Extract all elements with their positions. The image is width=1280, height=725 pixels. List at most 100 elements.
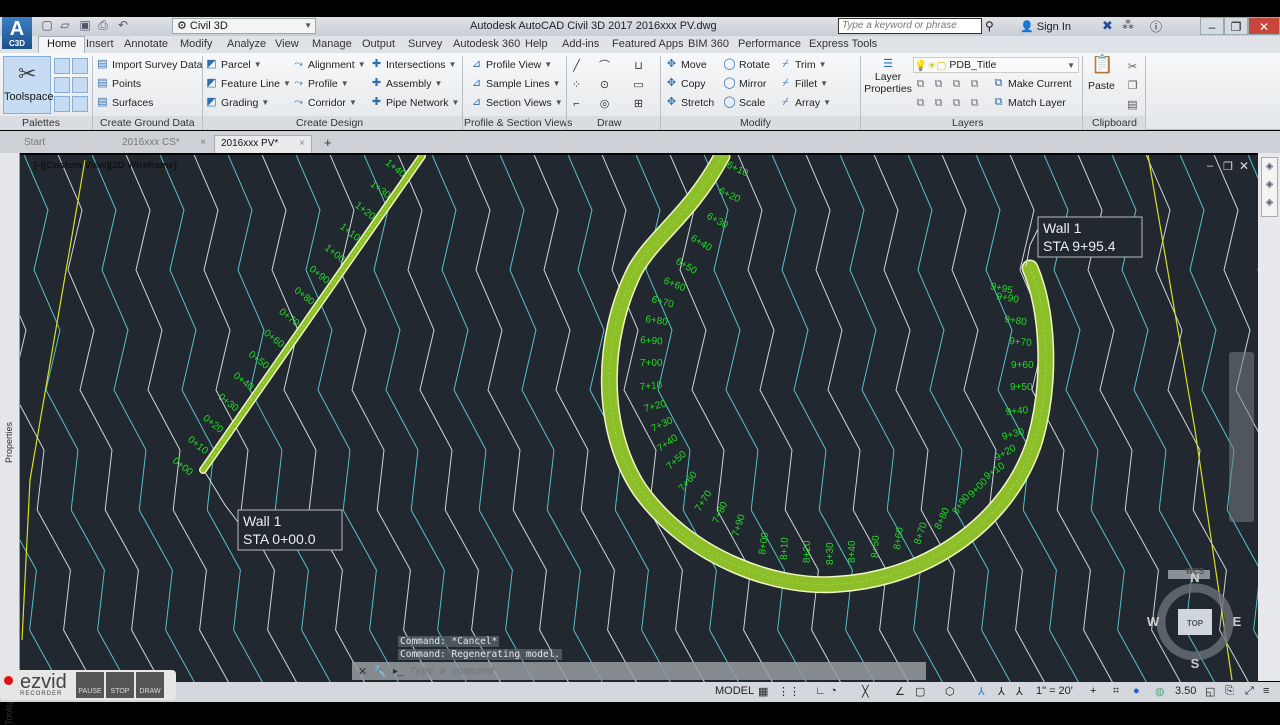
palette-icon[interactable] <box>72 96 88 112</box>
application-menu-button[interactable]: A C3D <box>2 17 32 49</box>
intersections-button[interactable]: ✚ Intersections ▼ <box>370 58 457 71</box>
import-survey-data-button[interactable]: ▤ Import Survey Data <box>96 58 202 71</box>
annotation-visibility-icon[interactable]: ⅄ <box>978 685 985 698</box>
draw-tool-icon[interactable]: ⌒ <box>598 60 611 73</box>
pause-button[interactable]: PAUSE <box>76 672 104 698</box>
help-icon[interactable]: ⓘ <box>1150 18 1162 35</box>
dropdown-arrow-icon[interactable]: ▼ <box>435 79 443 88</box>
panel-label-modify[interactable]: Modify <box>740 117 771 129</box>
file-tab-cs[interactable]: 2016xxx CS* × <box>116 135 212 153</box>
dropdown-arrow-icon[interactable]: ▼ <box>283 79 291 88</box>
close-tab-icon[interactable]: × <box>200 137 206 148</box>
close-command-icon[interactable]: ✕ <box>358 665 367 678</box>
ribbon-tab-view[interactable]: View <box>275 38 299 50</box>
dropdown-arrow-icon[interactable]: ▼ <box>544 60 552 69</box>
draw-button[interactable]: DRAW <box>136 672 164 698</box>
compass-w-label[interactable]: W <box>1147 614 1160 629</box>
feature-line-button[interactable]: ◩ Feature Line ▼ <box>205 77 291 90</box>
new-file-icon[interactable]: ▢ <box>40 19 54 32</box>
panel-label-create-design[interactable]: Create Design <box>296 117 363 129</box>
dropdown-arrow-icon[interactable]: ▼ <box>820 79 828 88</box>
palette-icon[interactable] <box>54 96 70 112</box>
trim-button[interactable]: ⌿ Trim ▼ <box>779 58 826 71</box>
panel-label-layers[interactable]: Layers <box>952 117 984 129</box>
grading-button[interactable]: ◩ Grading ▼ <box>205 96 269 109</box>
draw-tool-icon[interactable]: ▭ <box>632 79 645 92</box>
sample-lines-button[interactable]: ⊿ Sample Lines ▼ <box>470 77 561 90</box>
ribbon-tab-add-ins[interactable]: Add-ins <box>562 38 599 50</box>
workspace-plus-icon[interactable]: + <box>1090 685 1096 697</box>
paste-button[interactable]: 📋 Paste <box>1088 55 1115 92</box>
ribbon-tab-express-tools[interactable]: Express Tools <box>809 38 877 50</box>
ribbon-tab-autodesk-360[interactable]: Autodesk 360 <box>453 38 520 50</box>
exchange-icon[interactable]: ✖ <box>1102 18 1113 34</box>
parcel-button[interactable]: ◩ Parcel ▼ <box>205 58 261 71</box>
layer-tool-icon[interactable]: ⧉ <box>968 78 981 91</box>
viewport-close-icon[interactable]: ✕ <box>1239 159 1249 173</box>
customize-wrench-icon[interactable]: 🔧 <box>373 665 387 678</box>
ribbon-tab-analyze[interactable]: Analyze <box>227 38 266 50</box>
new-tab-button[interactable]: + <box>318 135 338 153</box>
draw-tool-icon[interactable]: ◎ <box>598 98 611 111</box>
search-input[interactable]: Type a keyword or phrase <box>838 18 982 34</box>
panel-label-draw[interactable]: Draw <box>597 117 622 129</box>
corridor-button[interactable]: ⤳ Corridor ▼ <box>292 96 357 109</box>
dropdown-arrow-icon[interactable]: ▼ <box>341 79 349 88</box>
ribbon-tab-survey[interactable]: Survey <box>408 38 442 50</box>
dropdown-arrow-icon[interactable]: ▼ <box>451 98 459 107</box>
compass-wcs-label[interactable]: WCS <box>1186 567 1205 576</box>
viewport-controls-label[interactable]: [-][Custom View][2D Wireframe] <box>34 160 177 171</box>
draw-tool-icon[interactable]: ⊔ <box>632 60 645 73</box>
workspace-dropdown[interactable]: ⚙ Civil 3D ▼ <box>172 18 316 34</box>
dropdown-arrow-icon[interactable]: ▼ <box>358 60 366 69</box>
move-button[interactable]: ✥ Move <box>665 58 707 71</box>
paste-special-icon[interactable]: ▤ <box>1126 99 1139 112</box>
stop-button[interactable]: STOP <box>106 672 134 698</box>
annotation-scale-dropdown[interactable]: 1" = 20' <box>1036 685 1073 697</box>
cut-icon[interactable]: ✂ <box>1126 61 1139 74</box>
osnap-tracking-icon[interactable]: ∠ <box>895 685 905 698</box>
compass-e-label[interactable]: E <box>1233 614 1242 629</box>
ribbon-tab-annotate[interactable]: Annotate <box>124 38 168 50</box>
units-icon[interactable]: ⌗ <box>1113 685 1119 698</box>
close-tab-icon[interactable]: × <box>299 138 305 149</box>
layer-properties-button[interactable]: ☰ Layer Properties <box>864 58 912 95</box>
maximize-button[interactable]: ❐ <box>1224 17 1248 35</box>
layer-tool-icon[interactable]: ⧉ <box>968 97 981 110</box>
file-tab-start[interactable]: Start <box>18 135 114 153</box>
layer-dropdown[interactable]: 💡☀▢ PDB_Title ▼ <box>913 57 1079 73</box>
panel-label-clipboard[interactable]: Clipboard <box>1092 117 1137 129</box>
toolspace-button[interactable]: ✂ Toolspace <box>3 56 54 114</box>
pipe-network-button[interactable]: ✚ Pipe Network ▼ <box>370 96 459 109</box>
layer-tool-icon[interactable]: ⧉ <box>950 78 963 91</box>
sign-in-button[interactable]: 👤 Sign In <box>1020 20 1071 33</box>
ribbon-tab-performance[interactable]: Performance <box>738 38 801 50</box>
layer-tool-icon[interactable]: ⧉ <box>950 97 963 110</box>
dropdown-arrow-icon[interactable]: ▼ <box>555 98 563 107</box>
grid-icon[interactable]: ▦ <box>758 685 768 698</box>
lock-ui-icon[interactable]: ⎘ <box>1225 685 1234 698</box>
viewport-minimize-icon[interactable]: – <box>1207 160 1213 172</box>
model-space-button[interactable]: MODEL <box>715 685 754 697</box>
hardware-acceleration-icon[interactable]: ◍ <box>1155 685 1165 698</box>
palette-icon[interactable] <box>72 58 88 74</box>
3d-osnap-icon[interactable]: ⬡ <box>945 685 955 698</box>
scale-button[interactable]: ◯ Scale <box>723 96 765 109</box>
rotate-button[interactable]: ◯ Rotate <box>723 58 770 71</box>
snap-icon[interactable]: ⋮⋮ <box>778 685 800 698</box>
ribbon-tab-home[interactable]: Home <box>38 36 86 53</box>
copy-button[interactable]: ✥ Copy <box>665 77 706 90</box>
surfaces-button[interactable]: ▤ Surfaces <box>96 96 153 109</box>
fullscreen-icon[interactable]: ⤢ <box>1245 685 1254 698</box>
draw-tool-icon[interactable]: ╱ <box>570 60 583 73</box>
palette-icon[interactable] <box>54 58 70 74</box>
ribbon-tab-bim-360[interactable]: BIM 360 <box>688 38 729 50</box>
customization-menu-icon[interactable]: ≡ <box>1263 685 1269 697</box>
print-icon[interactable]: ⎙ <box>96 19 110 32</box>
polar-icon[interactable]: ◔ <box>830 685 837 697</box>
layer-tool-icon[interactable]: ⧉ <box>914 78 927 91</box>
navigation-bar[interactable] <box>1229 352 1254 522</box>
dropdown-arrow-icon[interactable]: ▼ <box>349 98 357 107</box>
array-button[interactable]: ⌿ Array ▼ <box>779 96 831 109</box>
make-current-button[interactable]: ⧉ Make Current <box>992 77 1072 90</box>
